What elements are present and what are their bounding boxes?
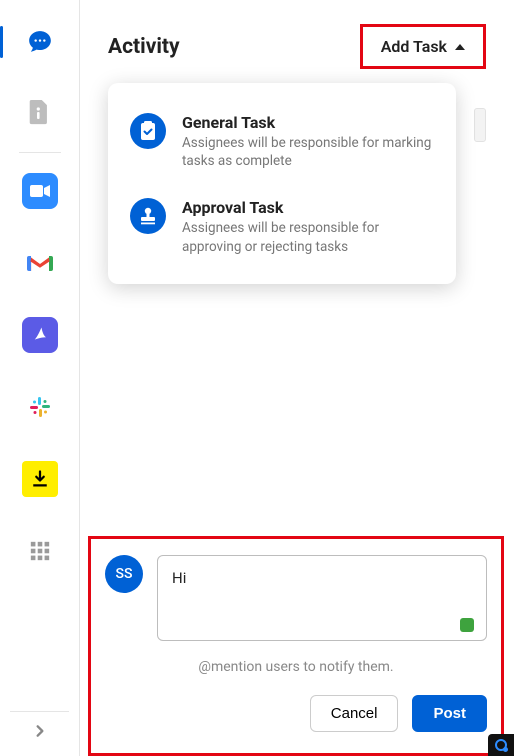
comment-input[interactable]: Hi [157,555,487,641]
add-task-dropdown: General Task Assignees will be responsib… [108,83,456,284]
corner-widget[interactable] [488,734,514,756]
sidebar-item-download[interactable] [22,461,58,497]
app-sidebar [0,0,80,756]
add-task-highlight: Add Task [360,24,486,69]
gmail-icon [27,253,53,273]
pdf-icon [31,326,49,344]
sidebar-item-apps[interactable] [22,533,58,569]
avatar: SS [105,555,143,593]
dropdown-item-title: Approval Task [182,198,434,217]
clipboard-check-icon [130,113,166,149]
dropdown-item-title: General Task [182,113,434,132]
partial-hidden-element [474,108,486,142]
widget-icon [495,739,507,751]
sidebar-item-gmail[interactable] [22,245,58,281]
stamp-icon [130,198,166,234]
add-task-label: Add Task [381,37,447,56]
comment-text: Hi [172,569,186,587]
caret-up-icon [455,44,465,50]
chevron-right-icon [33,724,47,738]
page-title: Activity [108,35,180,59]
sidebar-expand-button[interactable] [10,711,69,738]
sidebar-item-pdf[interactable] [22,317,58,353]
add-task-button[interactable]: Add Task [365,29,481,64]
dropdown-item-approval-task[interactable]: Approval Task Assignees will be responsi… [130,190,434,263]
sidebar-item-info[interactable] [22,96,58,132]
slack-icon [28,395,52,419]
cancel-button[interactable]: Cancel [310,695,399,732]
input-indicator-icon [460,618,474,632]
comment-box-highlight: SS Hi @mention users to notify them. Can… [88,536,504,756]
sidebar-item-chat[interactable] [22,24,58,60]
chat-bubble-icon [27,29,53,55]
dropdown-item-general-task[interactable]: General Task Assignees will be responsib… [130,105,434,178]
apps-grid-icon [29,540,51,562]
post-button[interactable]: Post [412,695,487,732]
sidebar-item-video[interactable] [22,173,58,209]
sidebar-divider [19,152,61,153]
dropdown-item-desc: Assignees will be responsible for approv… [182,219,434,255]
mention-hint: @mention users to notify them. [105,659,487,675]
video-camera-icon [30,184,50,198]
sidebar-item-slack[interactable] [22,389,58,425]
info-doc-icon [28,100,52,128]
download-icon [31,470,49,488]
dropdown-item-desc: Assignees will be responsible for markin… [182,134,434,170]
